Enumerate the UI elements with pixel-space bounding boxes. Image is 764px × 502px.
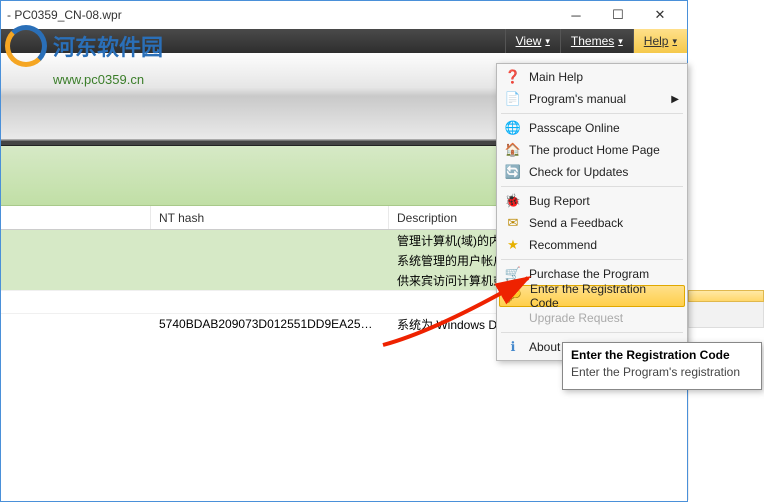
tooltip-title: Enter the Registration Code	[571, 348, 753, 362]
menu-item-label: Purchase the Program	[529, 267, 649, 281]
menu-item-label: Bug Report	[529, 194, 590, 208]
menu-separator	[501, 332, 683, 333]
menu-help-label: Help	[644, 34, 669, 48]
menu-item-label: Main Help	[529, 70, 583, 84]
chevron-down-icon: ▾	[618, 36, 623, 47]
menu-item-programs-manual[interactable]: 📄 Program's manual ▶	[499, 88, 685, 110]
menu-item-label: Enter the Registration Code	[530, 282, 678, 310]
cell-hash: 5740BDAB209073D012551DD9EA25…	[151, 317, 389, 331]
menu-item-label: About	[529, 340, 560, 354]
menu-item-enter-reg[interactable]: 🔑 Enter the Registration Code	[499, 285, 685, 307]
menu-item-label: Check for Updates	[529, 165, 628, 179]
window-title: - PC0359_CN-08.wpr	[7, 8, 555, 22]
check-updates-icon: 🔄	[505, 164, 521, 180]
menu-item-main-help[interactable]: ❓ Main Help	[499, 66, 685, 88]
menu-item-send-feedback[interactable]: ✉ Send a Feedback	[499, 212, 685, 234]
menu-separator	[501, 113, 683, 114]
chevron-down-icon: ▾	[545, 36, 550, 47]
close-button[interactable]: ✕	[639, 3, 681, 27]
menu-item-label: Program's manual	[529, 92, 626, 106]
menu-themes[interactable]: Themes ▾	[560, 29, 633, 53]
menu-bar: View▾ Themes▾ Help▾	[1, 29, 687, 53]
menu-item-recommend[interactable]: ★ Recommend	[499, 234, 685, 256]
menu-item-label: Send a Feedback	[529, 216, 623, 230]
menu-view-label: View	[516, 34, 542, 48]
table-header-nthash[interactable]: NT hash	[151, 206, 389, 229]
menu-help[interactable]: Help▾	[633, 29, 687, 53]
menu-item-label: The product Home Page	[529, 143, 660, 157]
minimize-button[interactable]: ─	[555, 3, 597, 27]
chevron-down-icon: ▾	[672, 36, 677, 47]
table-header-blank[interactable]	[1, 206, 151, 229]
menu-item-upgrade: Upgrade Request	[499, 307, 685, 329]
upgrade-icon	[505, 310, 521, 326]
help-dropdown-menu: ❓ Main Help 📄 Program's manual ▶ 🌐 Passcape On…	[496, 63, 688, 361]
menu-separator	[501, 259, 683, 260]
recommend-icon: ★	[505, 237, 521, 253]
passcape-online-icon: 🌐	[505, 120, 521, 136]
side-panel-fragment	[688, 290, 764, 500]
menu-item-label: Upgrade Request	[529, 311, 623, 325]
menu-item-passcape-online[interactable]: 🌐 Passcape Online	[499, 117, 685, 139]
title-bar: - PC0359_CN-08.wpr ─ ☐ ✕	[1, 1, 687, 29]
menu-themes-label: Themes	[571, 34, 614, 48]
purchase-icon: 🛒	[505, 266, 521, 282]
maximize-button[interactable]: ☐	[597, 3, 639, 27]
tooltip: Enter the Registration Code Enter the Pr…	[562, 342, 762, 390]
menu-item-label: Passcape Online	[529, 121, 620, 135]
menu-separator	[501, 186, 683, 187]
tooltip-body: Enter the Program's registration	[571, 365, 753, 379]
programs-manual-icon: 📄	[505, 91, 521, 107]
enter-reg-icon: 🔑	[506, 288, 522, 304]
menu-item-check-updates[interactable]: 🔄 Check for Updates	[499, 161, 685, 183]
submenu-arrow-icon: ▶	[671, 94, 679, 105]
bug-report-icon: 🐞	[505, 193, 521, 209]
menu-item-product-home[interactable]: 🏠 The product Home Page	[499, 139, 685, 161]
menu-item-bug-report[interactable]: 🐞 Bug Report	[499, 190, 685, 212]
menu-view[interactable]: View▾	[505, 29, 560, 53]
product-home-icon: 🏠	[505, 142, 521, 158]
menu-item-label: Recommend	[529, 238, 597, 252]
main-help-icon: ❓	[505, 69, 521, 85]
send-feedback-icon: ✉	[505, 215, 521, 231]
about-icon: ℹ	[505, 339, 521, 355]
